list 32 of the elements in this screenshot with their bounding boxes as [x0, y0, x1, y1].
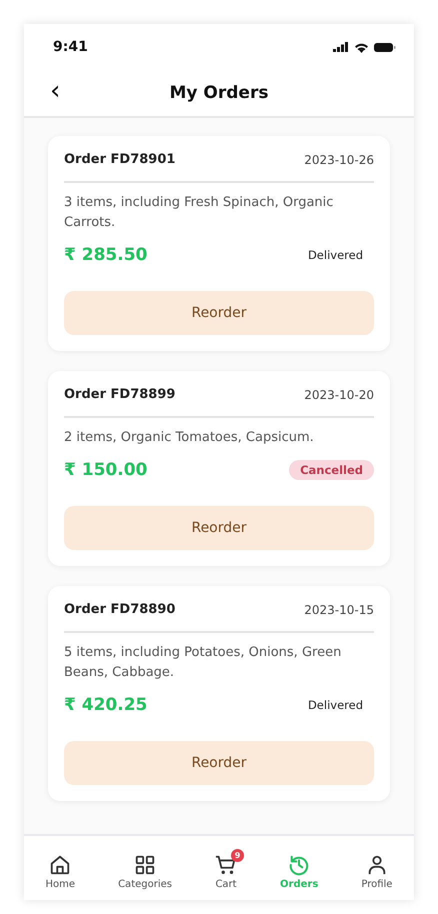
order-date: 2023-10-15 — [304, 602, 374, 616]
reorder-button[interactable]: Reorder — [64, 506, 374, 550]
status-label: Delivered — [306, 697, 364, 714]
grid-icon — [134, 854, 156, 876]
order-total: ₹ 150.00 — [64, 460, 148, 480]
order-number: Order FD78890 — [64, 602, 176, 617]
nav-tab[interactable]: 9 Cart — [205, 846, 248, 890]
order-summary: 3 items, including Fresh Spinach, Organic Carrots. — [64, 194, 334, 232]
battery-icon — [374, 42, 396, 52]
history-icon — [288, 854, 310, 876]
order-date: 2023-10-20 — [304, 388, 374, 402]
status-label: Delivered — [306, 247, 364, 264]
page-title: My Orders — [170, 83, 268, 103]
order-date: 2023-10-26 — [304, 152, 374, 166]
nav-tab[interactable]: Categories — [108, 846, 182, 890]
reorder-button[interactable]: Reorder — [64, 291, 374, 335]
nav-tab[interactable]: Profile — [351, 846, 402, 890]
order-total: ₹ 420.25 — [64, 695, 148, 715]
signal-icon — [333, 42, 349, 52]
nav-tab[interactable]: Home — [36, 846, 86, 890]
order-number: Order FD78899 — [64, 387, 176, 402]
home-icon — [49, 854, 72, 876]
cart-count-badge: 9 — [231, 849, 244, 862]
order-summary: 2 items, Organic Tomatoes, Capsicum. — [64, 429, 315, 447]
order-number: Order FD78901 — [64, 152, 176, 167]
status-time: 9:41 — [53, 39, 88, 55]
wifi-icon — [354, 42, 369, 52]
reorder-button[interactable]: Reorder — [64, 741, 374, 785]
back-button[interactable]: ‹ — [46, 78, 64, 108]
order-total: ₹ 285.50 — [64, 245, 148, 265]
order-summary: 5 items, including Potatoes, Onions, Green Beans, Cabbage. — [64, 644, 342, 682]
status-badge: Cancelled — [289, 460, 374, 480]
